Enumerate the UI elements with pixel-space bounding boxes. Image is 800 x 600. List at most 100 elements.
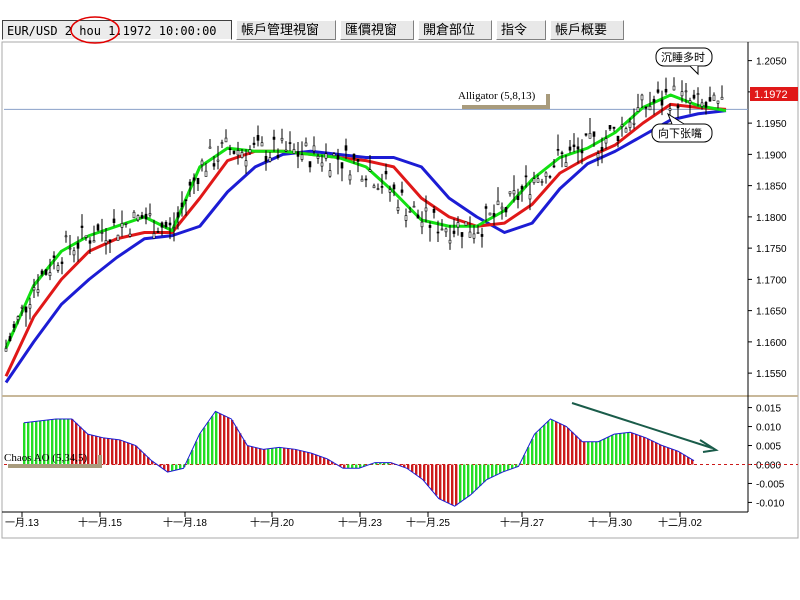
ao-bar [127, 442, 130, 465]
ao-bar [579, 439, 582, 465]
alligator-line-jaw [4, 109, 727, 384]
ao-bar [487, 464, 490, 479]
ao-bar [295, 449, 298, 465]
ao-bar [91, 435, 94, 465]
ao-bar [195, 441, 198, 465]
ao-bar [139, 449, 142, 465]
ao-bar [259, 448, 262, 465]
ao-bar [351, 464, 354, 469]
ao-bar [559, 423, 562, 465]
price-tick-label: 1.1850 [756, 182, 787, 193]
ao-bar [263, 449, 266, 465]
ao-bar [135, 445, 138, 465]
ao-bar [571, 431, 574, 465]
ao-bar [603, 439, 606, 465]
ao-bar [591, 441, 594, 465]
last-price-text: 1.1972 [754, 89, 788, 101]
ao-tick-label: -0.010 [756, 498, 785, 509]
ao-bar [223, 415, 226, 465]
ao-bar [443, 464, 446, 502]
ao-bar [599, 440, 602, 465]
time-tick-label: 十一月.30 [588, 516, 632, 529]
ao-bar [499, 464, 502, 474]
ao-bar [415, 464, 418, 475]
ao-bar [115, 439, 118, 465]
ao-bar [131, 444, 134, 465]
ao-bar [639, 435, 642, 465]
price-pane: 1.20501.20001.19501.19001.18501.18001.17… [4, 57, 787, 384]
ao-bar [575, 435, 578, 465]
ao-bar [459, 464, 462, 503]
ao-tick-label: 0.000 [756, 460, 781, 471]
ao-bar [495, 464, 498, 476]
ao-bar [303, 451, 306, 465]
ao-bar [307, 452, 310, 465]
ao-bar [663, 446, 666, 465]
ao-bar [439, 464, 442, 500]
annotation-sleeping-text: 沉睡多时 [661, 50, 705, 64]
timeframe-highlight-circle [70, 16, 120, 44]
ao-bar [323, 457, 326, 465]
ao-bar [423, 464, 426, 482]
ao-bar [431, 464, 434, 491]
ao-bar [555, 421, 558, 465]
trend-arrow-head [699, 439, 719, 453]
ao-bar [171, 464, 174, 472]
ao-bar [435, 464, 438, 496]
ao-bar [683, 454, 686, 465]
ao-bar [411, 464, 414, 472]
ao-bar [347, 464, 350, 469]
ao-bar [655, 442, 658, 465]
ao-label: Chaos AO (5,34,5) [4, 452, 87, 464]
ao-bar [643, 437, 646, 465]
ao-bar [627, 432, 630, 465]
ao-bar [247, 445, 250, 465]
ao-bar [107, 438, 110, 465]
time-tick-label: 十一月.25 [406, 516, 450, 529]
ao-bar [299, 450, 302, 465]
candlesticks [4, 77, 724, 352]
ao-bar [319, 456, 322, 465]
ao-bar [615, 433, 618, 465]
time-tick-label: 十一月.15 [78, 516, 122, 529]
ao-bar [175, 464, 178, 471]
ao-bar [503, 464, 506, 472]
ao-bar [451, 464, 454, 505]
ao-bar [607, 437, 610, 465]
ao-bar [207, 421, 210, 465]
ao-bar [167, 464, 170, 472]
ao-bar [471, 464, 474, 494]
ao-tick-label: -0.005 [756, 479, 785, 490]
ao-bar [651, 440, 654, 465]
ao-bar [563, 425, 566, 465]
price-tick-label: 1.1550 [756, 369, 787, 380]
ao-bar [219, 413, 222, 465]
time-tick-label: 十二月.02 [658, 516, 702, 529]
ao-bar [647, 438, 650, 465]
ao-bar [595, 441, 598, 465]
price-tick-label: 1.2050 [756, 57, 787, 68]
ao-bar [199, 433, 202, 465]
ao-bar [463, 464, 466, 500]
ao-bar [123, 441, 126, 465]
ao-tick-label: 0.010 [756, 423, 781, 434]
ao-bar [483, 464, 486, 483]
ao-bar [215, 411, 218, 465]
ao-bar [95, 436, 98, 465]
time-tick-label: 一月.13 [5, 517, 39, 529]
ao-bar [87, 434, 90, 465]
ao-bar [635, 434, 638, 465]
ao-bar [527, 447, 530, 465]
ao-bar [531, 439, 534, 465]
ao-bar [539, 428, 542, 465]
ao-bar [291, 448, 294, 465]
ao-bar [355, 464, 358, 469]
ao-bar [455, 464, 458, 506]
ao-bar [203, 427, 206, 465]
alligator-label: Alligator (5,8,13) [458, 90, 536, 102]
ao-bar [623, 432, 626, 465]
ao-bar [447, 464, 450, 504]
ao-bar [255, 447, 258, 465]
price-tick-label: 1.1800 [756, 213, 787, 224]
ao-bar [271, 448, 274, 465]
